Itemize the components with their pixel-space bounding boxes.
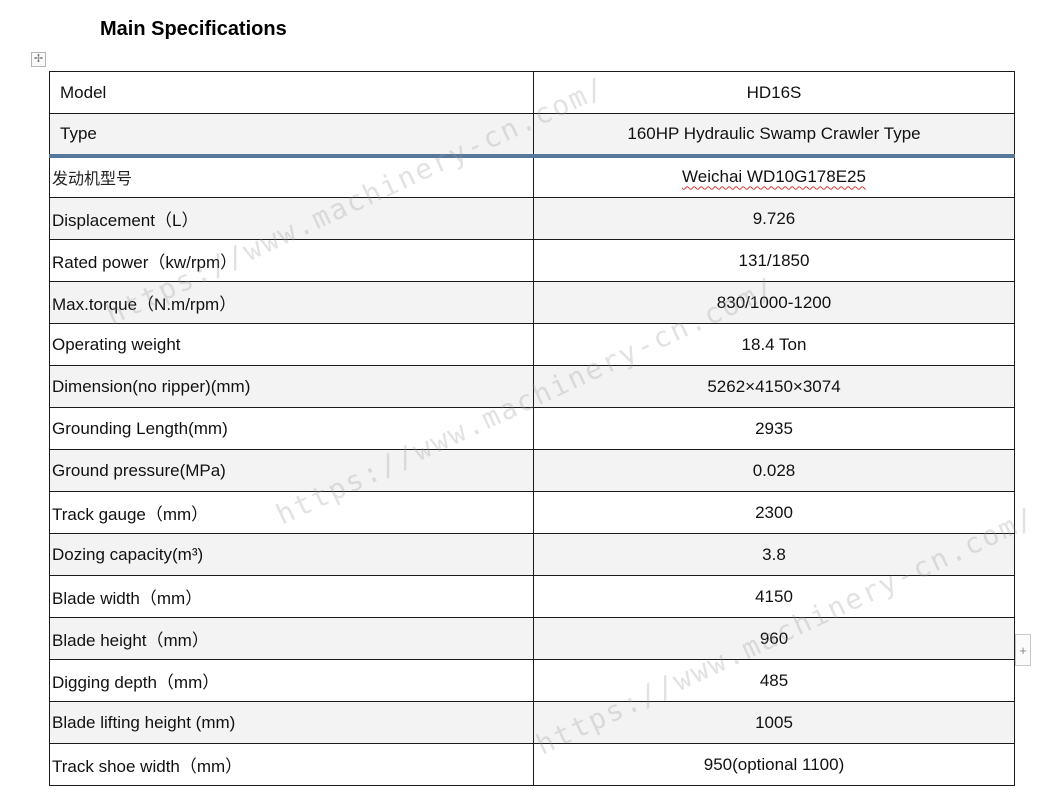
table-row: Operating weight 18.4 Ton <box>49 323 1015 366</box>
spec-value: HD16S <box>533 71 1015 114</box>
table-row: 发动机型号 Weichai WD10G178E25 <box>49 155 1015 198</box>
spec-value: 0.028 <box>533 449 1015 492</box>
spec-label: Rated power（kw/rpm） <box>49 239 534 282</box>
spec-label: Blade height（mm） <box>49 617 534 660</box>
spec-label: Track gauge（mm） <box>49 491 534 534</box>
spec-value-text: Weichai WD10G178E25 <box>682 167 866 187</box>
add-column-plus-icon[interactable]: + <box>1015 634 1031 666</box>
spec-label: Track shoe width（mm） <box>49 743 534 786</box>
table-row: Displacement（L） 9.726 <box>49 197 1015 240</box>
table-row: Digging depth（mm） 485 <box>49 659 1015 702</box>
spec-value: 4150 <box>533 575 1015 618</box>
table-row: Type 160HP Hydraulic Swamp Crawler Type <box>49 113 1015 158</box>
table-row: Rated power（kw/rpm） 131/1850 <box>49 239 1015 282</box>
spec-value: 9.726 <box>533 197 1015 240</box>
spec-value: 1005 <box>533 701 1015 744</box>
spec-label: Type <box>49 113 534 158</box>
table-row: Track shoe width（mm） 950(optional 1100) <box>49 743 1015 786</box>
spec-label: Model <box>49 71 534 114</box>
table-row: Blade height（mm） 960 <box>49 617 1015 660</box>
spec-label: Dimension(no ripper)(mm) <box>49 365 534 408</box>
table-row: Blade width（mm） 4150 <box>49 575 1015 618</box>
table-row: Track gauge（mm） 2300 <box>49 491 1015 534</box>
spec-label: Ground pressure(MPa) <box>49 449 534 492</box>
spec-value: 160HP Hydraulic Swamp Crawler Type <box>533 113 1015 158</box>
spec-value: 830/1000-1200 <box>533 281 1015 324</box>
spec-label: Digging depth（mm） <box>49 659 534 702</box>
table-row: Model HD16S <box>49 71 1015 114</box>
spec-value: 960 <box>533 617 1015 660</box>
spec-label: Dozing capacity(m³) <box>49 533 534 576</box>
spec-label: Displacement（L） <box>49 197 534 240</box>
table-move-handle-icon[interactable]: ✢ <box>31 52 46 67</box>
spec-value: 2300 <box>533 491 1015 534</box>
table-row: Blade lifting height (mm) 1005 <box>49 701 1015 744</box>
spec-label-text: 发动机型号 <box>52 169 133 189</box>
spec-value: 2935 <box>533 407 1015 450</box>
specifications-table: Model HD16S Type 160HP Hydraulic Swamp C… <box>49 71 1015 786</box>
spec-label: Operating weight <box>49 323 534 366</box>
spec-value: 485 <box>533 659 1015 702</box>
spec-value: 131/1850 <box>533 239 1015 282</box>
spec-value: Weichai WD10G178E25 <box>533 155 1015 198</box>
table-row: Grounding Length(mm) 2935 <box>49 407 1015 450</box>
table-row: Dimension(no ripper)(mm) 5262×4150×3074 <box>49 365 1015 408</box>
spec-label: Grounding Length(mm) <box>49 407 534 450</box>
spec-value: 18.4 Ton <box>533 323 1015 366</box>
spec-value: 5262×4150×3074 <box>533 365 1015 408</box>
table-row: Max.torque（N.m/rpm） 830/1000-1200 <box>49 281 1015 324</box>
spec-value: 3.8 <box>533 533 1015 576</box>
spec-label: Blade lifting height (mm) <box>49 701 534 744</box>
page-title: Main Specifications <box>100 18 287 40</box>
spec-value: 950(optional 1100) <box>533 743 1015 786</box>
spec-label: Blade width（mm） <box>49 575 534 618</box>
spec-label: Max.torque（N.m/rpm） <box>49 281 534 324</box>
table-row: Ground pressure(MPa) 0.028 <box>49 449 1015 492</box>
spec-label: 发动机型号 <box>49 155 534 198</box>
table-row: Dozing capacity(m³) 3.8 <box>49 533 1015 576</box>
